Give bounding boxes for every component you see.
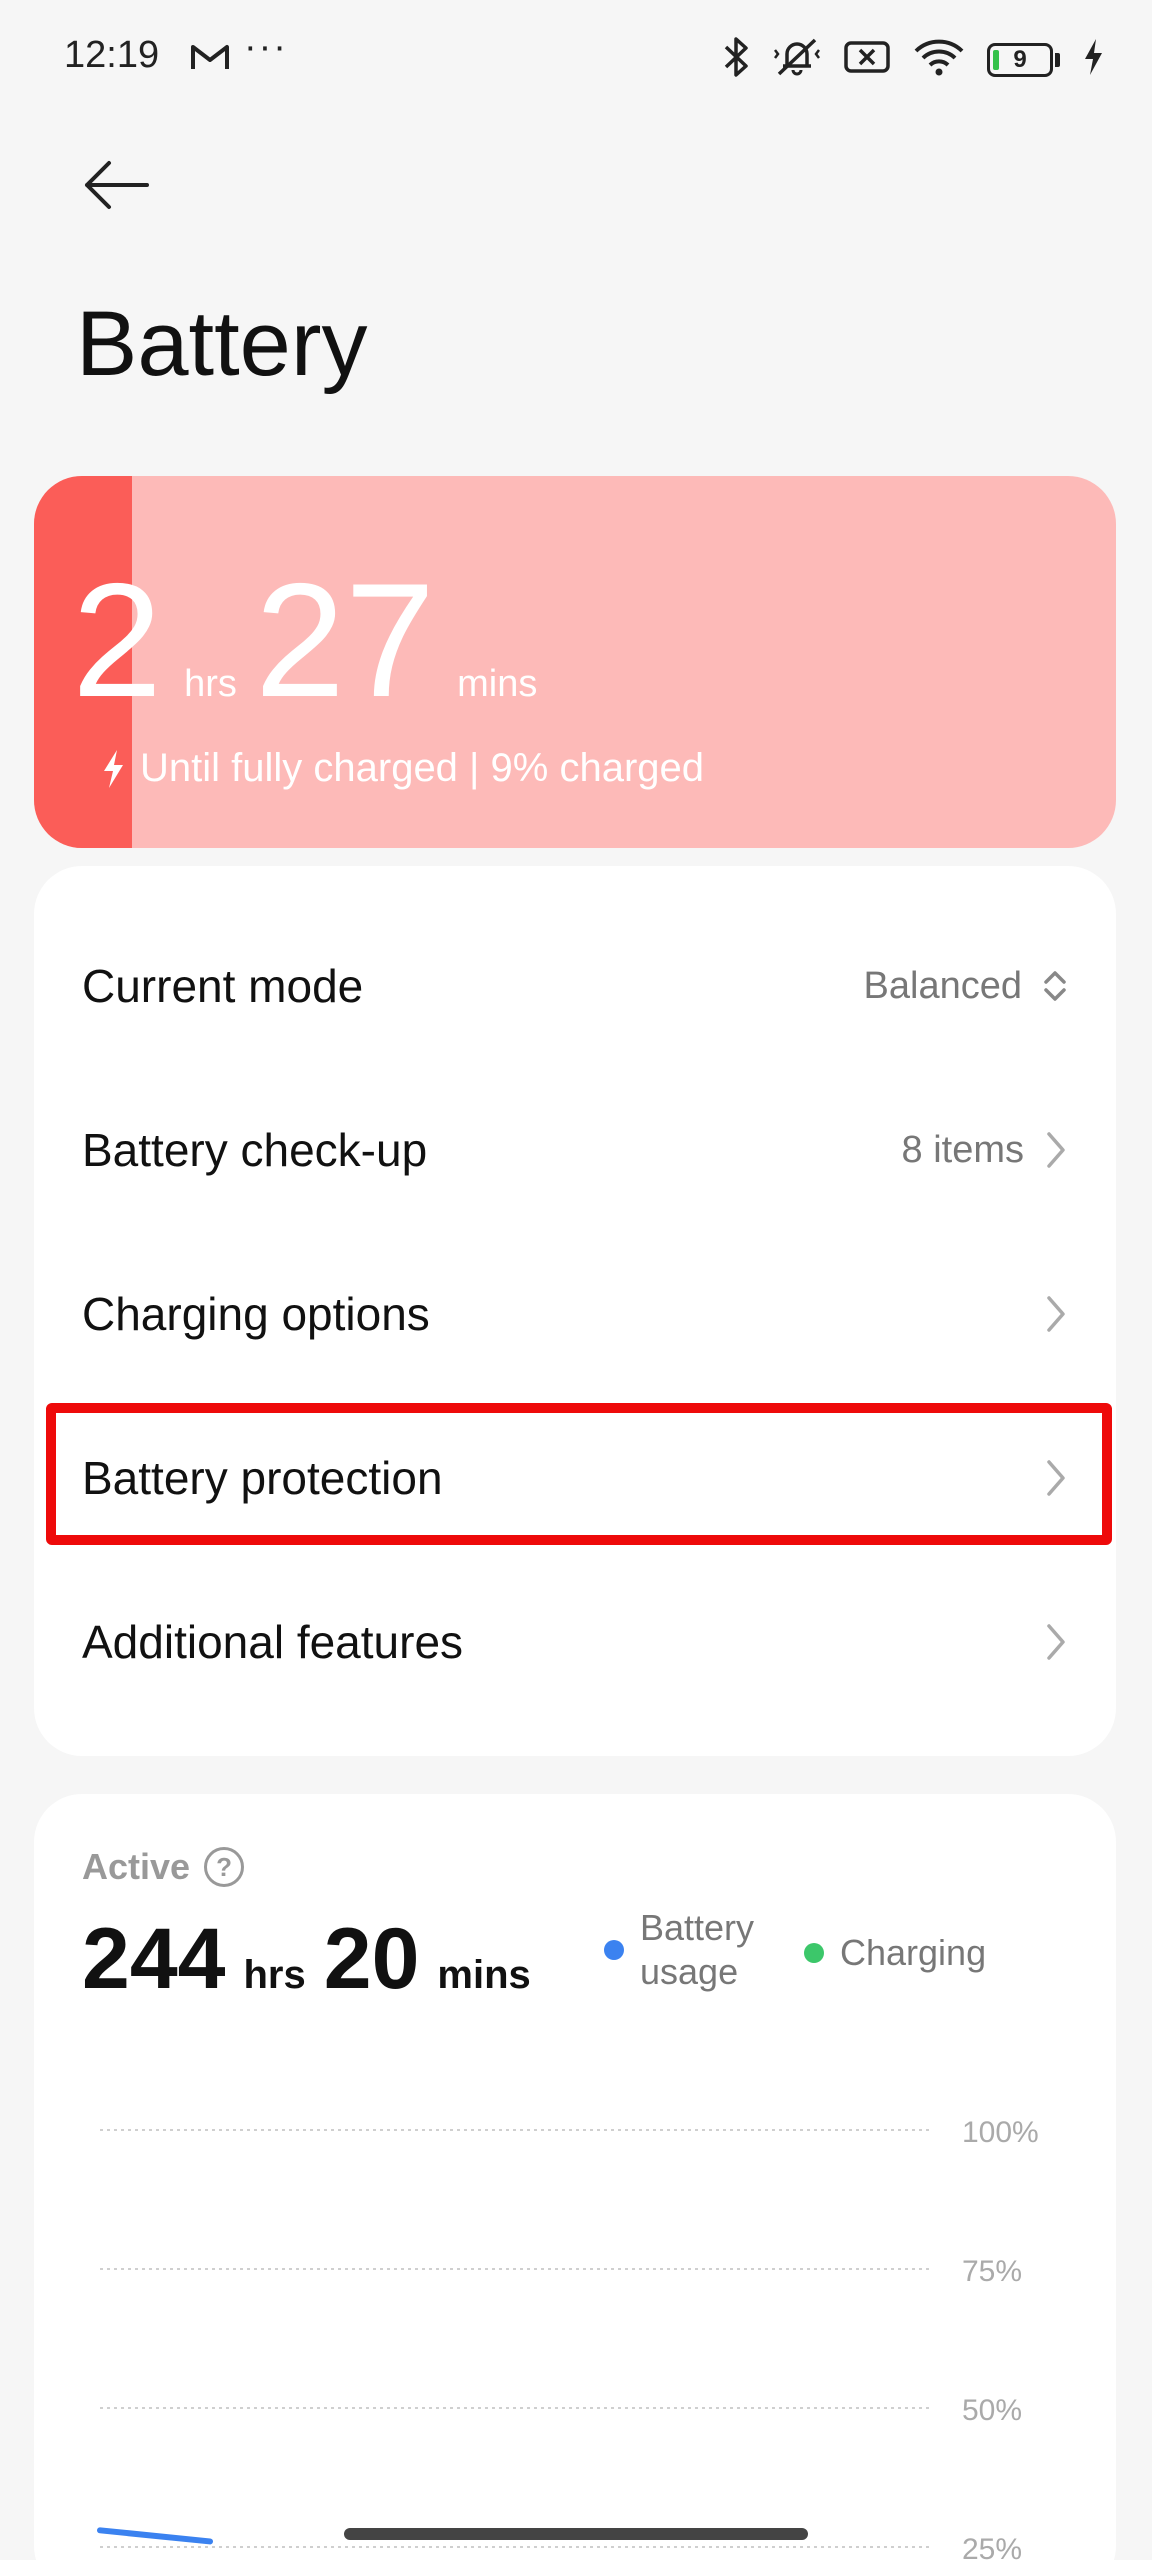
no-sim-icon (843, 38, 891, 81)
charge-subtitle: Until fully charged | 9% charged (100, 746, 704, 791)
row-label: Battery check-up (82, 1124, 428, 1176)
charge-subtitle-text: Until fully charged | 9% charged (140, 746, 705, 790)
battery-settings-list: Current mode Balanced Battery check-up 8… (34, 866, 1116, 1756)
chevron-right-icon (1047, 1460, 1065, 1496)
question-circle-icon[interactable]: ? (204, 1847, 245, 1887)
legend-label-line: usage (640, 1951, 739, 1992)
active-hours: 244 (82, 1911, 226, 2007)
charge-minutes: 27 (254, 550, 436, 731)
charging-bolt-icon (104, 749, 123, 788)
battery-level-text: 9 (1013, 45, 1027, 73)
battery-icon: 9 (987, 42, 1060, 77)
status-time: 12:19 (64, 34, 160, 76)
active-minutes: 20 (323, 1911, 420, 2007)
row-value: 8 items (901, 1128, 1024, 1171)
charge-hours: 2 (72, 550, 163, 731)
additional-features-row[interactable]: Additional features (34, 1560, 1116, 1724)
y-tick-label: 25% (962, 2533, 1022, 2560)
back-button[interactable] (76, 150, 156, 220)
battery-protection-row[interactable]: Battery protection (34, 1396, 1116, 1560)
mute-vibrate-icon (773, 36, 821, 83)
arrow-left-icon (85, 161, 149, 209)
up-down-chevron-icon (1044, 971, 1066, 1001)
chevron-right-icon (1047, 1624, 1065, 1660)
bluetooth-icon (721, 36, 751, 83)
time-until-full: 2 hrs 27 mins (72, 560, 555, 722)
gmail-icon (190, 42, 230, 77)
y-tick-label: 50% (962, 2394, 1022, 2427)
legend-battery-usage: Battery usage (604, 1906, 754, 1994)
series-line-battery-usage (97, 2527, 213, 2545)
active-label-text: Active (82, 1846, 191, 1887)
current-mode-row[interactable]: Current mode Balanced (34, 904, 1116, 1068)
row-value: Balanced (863, 964, 1022, 1007)
status-bar: 12:19 ··· 9 (0, 0, 1152, 120)
more-notifications-icon: ··· (244, 26, 288, 68)
active-hours-unit: hrs (243, 1953, 306, 1997)
home-indicator[interactable] (344, 2528, 808, 2540)
active-duration: 244 hrs 20 mins (82, 1916, 549, 2002)
row-label: Additional features (82, 1616, 464, 1668)
wifi-icon (913, 37, 965, 82)
battery-level-fill (993, 49, 999, 70)
y-tick-label: 75% (962, 2255, 1022, 2288)
row-label: Charging options (82, 1288, 430, 1340)
legend-charging: Charging (804, 1932, 986, 1974)
legend-label-line: Battery (640, 1907, 755, 1948)
y-tick-label: 100% (962, 2116, 1039, 2149)
legend-dot (804, 1943, 824, 1963)
charging-options-row[interactable]: Charging options (34, 1232, 1116, 1396)
legend-dot (604, 1940, 624, 1960)
active-label: Active ? (82, 1846, 245, 1888)
charging-bolt-icon (1082, 37, 1104, 82)
battery-level-chart: 100% 75% 50% 25% (97, 2116, 1039, 2560)
active-minutes-unit: mins (437, 1953, 531, 1997)
legend-label: Charging (840, 1932, 987, 1973)
battery-check-up-row[interactable]: Battery check-up 8 items (34, 1068, 1116, 1232)
page-title: Battery (76, 293, 368, 395)
charge-minutes-unit: mins (457, 663, 538, 705)
chevron-right-icon (1047, 1132, 1065, 1168)
legend-label: Battery usage (640, 1906, 754, 1994)
row-label: Battery protection (82, 1452, 443, 1504)
charge-hours-unit: hrs (184, 663, 237, 705)
row-label: Current mode (82, 960, 364, 1012)
chevron-right-icon (1047, 1296, 1065, 1332)
